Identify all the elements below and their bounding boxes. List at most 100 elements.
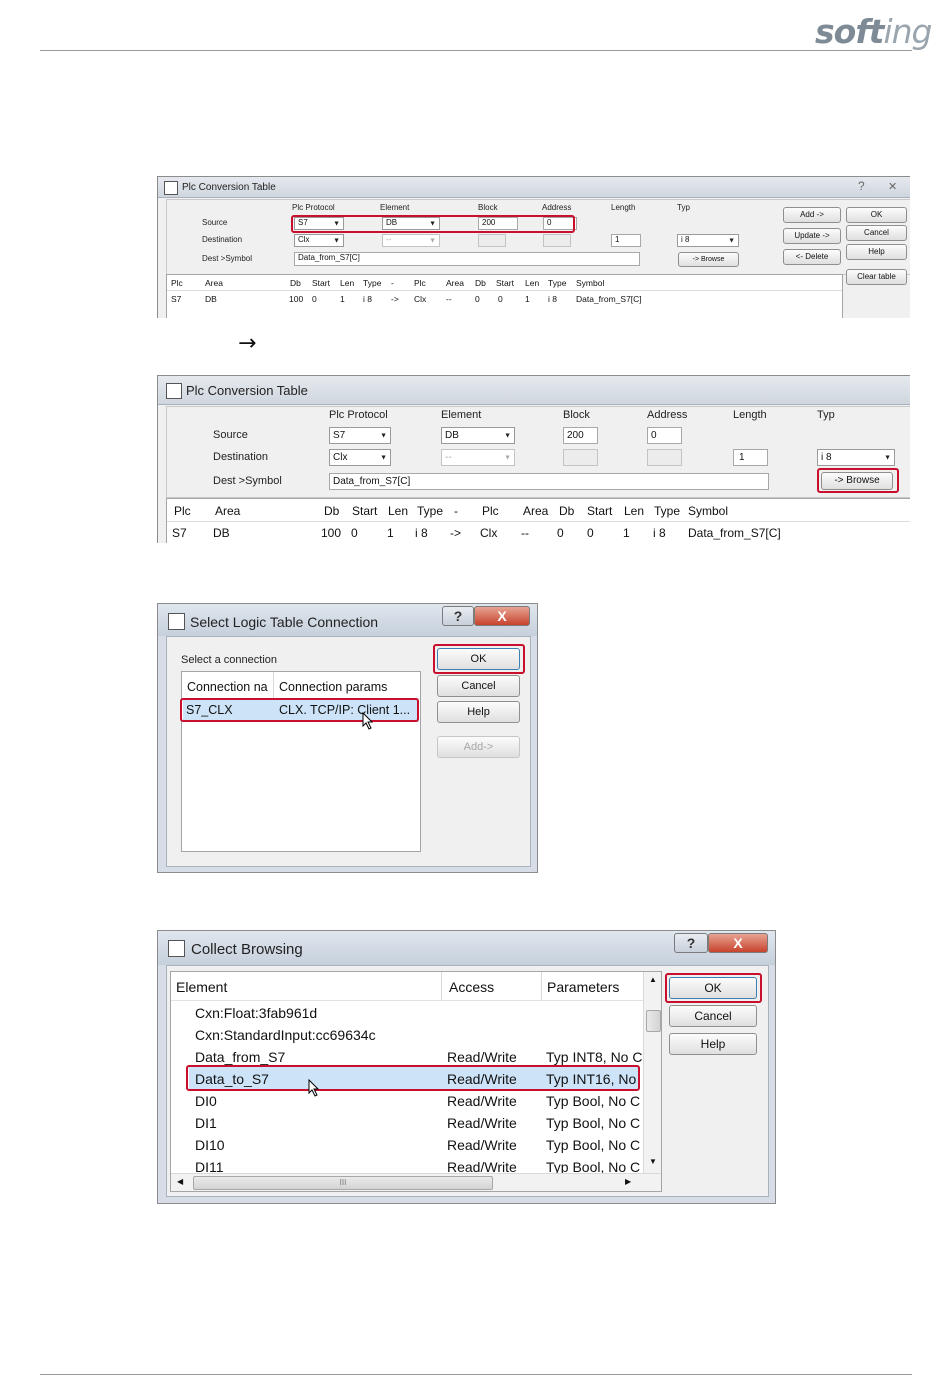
list-item[interactable]: Cxn:Float:3fab961d <box>171 1002 643 1024</box>
scroll-right-icon[interactable]: ▶ <box>625 1177 631 1186</box>
cancel-button[interactable]: Cancel <box>437 675 520 697</box>
help-button[interactable]: Help <box>669 1033 757 1055</box>
header-cell: Db <box>475 278 486 288</box>
col-element: Element <box>441 409 482 421</box>
dest-symbol-input[interactable]: Data_from_S7[C] <box>329 473 769 490</box>
list-item[interactable]: DI10 Read/Write Typ Bool, No C <box>171 1134 643 1156</box>
browse-button[interactable]: -> Browse <box>678 252 739 267</box>
dest-symbol-input[interactable]: Data_from_S7[C] <box>294 252 640 266</box>
header-cell: Symbol <box>576 278 605 288</box>
label-source: Source <box>213 429 248 441</box>
source-address-input[interactable]: 0 <box>647 427 682 444</box>
label-destination: Destination <box>202 235 243 244</box>
header-cell: Len <box>525 278 540 288</box>
col-connection-name[interactable]: Connection na <box>187 680 271 694</box>
dest-address-input[interactable] <box>543 234 571 247</box>
cancel-button[interactable]: Cancel <box>669 1005 757 1027</box>
clear-table-button[interactable]: Clear table <box>846 269 907 285</box>
element-cell: Cxn:Float:3fab961d <box>195 1005 318 1021</box>
row-cell: -> <box>450 526 462 540</box>
close-icon[interactable]: X <box>474 606 530 626</box>
list-item[interactable]: DI1 Read/Write Typ Bool, No C <box>171 1112 643 1134</box>
table-row[interactable]: S7 DB 100 0 1 i 8 -> Clx -- 0 0 1 i 8 Da… <box>167 291 842 306</box>
browse-highlight-box <box>817 468 899 493</box>
chevron-down-icon: ▼ <box>333 237 340 244</box>
col-length: Length <box>733 409 767 421</box>
horizontal-scroll-thumb[interactable]: III <box>193 1176 493 1190</box>
ok-button[interactable]: OK <box>846 207 907 223</box>
dest-element-select[interactable]: -- ▼ <box>382 234 440 247</box>
conversion-table: Plc Area Db Start Len Type - Plc Area Db… <box>166 498 910 543</box>
title-bar: Plc Conversion Table <box>158 376 910 405</box>
header-cell: Len <box>388 504 409 518</box>
element-cell: DI0 <box>195 1093 217 1109</box>
scroll-left-icon[interactable]: ◀ <box>177 1177 183 1186</box>
header-cell: Type <box>548 278 567 288</box>
help-button[interactable]: Help <box>846 244 907 260</box>
delete-button[interactable]: <- Delete <box>783 249 841 265</box>
dest-element-select[interactable]: -- ▼ <box>441 449 515 466</box>
vertical-scrollbar[interactable]: ▲ ▼ <box>643 972 661 1173</box>
chevron-down-icon: ▼ <box>429 237 436 244</box>
app-icon <box>166 383 182 399</box>
dest-address-input[interactable] <box>647 449 682 466</box>
close-icon[interactable]: X <box>708 933 768 953</box>
dest-block-input[interactable] <box>563 449 598 466</box>
column-separator <box>441 972 442 1000</box>
source-element-select[interactable]: DB ▼ <box>441 427 515 444</box>
col-access[interactable]: Access <box>449 979 494 995</box>
title-bar: Plc Conversion Table ? ✕ <box>158 177 910 198</box>
list-item[interactable]: DI11 Read/Write Typ Bool, No C <box>171 1156 643 1174</box>
source-protocol-select[interactable]: S7 ▼ <box>329 427 391 444</box>
col-connection-params[interactable]: Connection params <box>279 680 387 694</box>
help-button[interactable]: Help <box>437 701 520 723</box>
list-item[interactable]: Cxn:StandardInput:cc69634c <box>171 1024 643 1046</box>
chevron-down-icon: ▼ <box>728 237 735 244</box>
col-parameters[interactable]: Parameters <box>547 979 619 995</box>
dest-protocol-select[interactable]: Clx ▼ <box>294 234 344 247</box>
ok-highlight-box <box>665 973 762 1003</box>
scroll-up-icon[interactable]: ▲ <box>649 975 657 984</box>
header-cell: Area <box>215 504 241 518</box>
row-cell: Data_from_S7[C] <box>576 294 642 304</box>
update-button[interactable]: Update -> <box>783 228 841 244</box>
list-item[interactable]: DI0 Read/Write Typ Bool, No C <box>171 1090 643 1112</box>
window-title: Plc Conversion Table <box>186 383 308 398</box>
chevron-down-icon: ▼ <box>504 432 511 439</box>
add-button[interactable]: Add -> <box>783 207 841 223</box>
col-element[interactable]: Element <box>176 979 227 995</box>
dest-length-input[interactable]: 1 <box>611 234 641 247</box>
label-source: Source <box>202 218 228 227</box>
row-cell: i 8 <box>548 294 557 304</box>
window-title: Collect Browsing <box>191 941 303 958</box>
dest-element-value: -- <box>386 235 392 244</box>
logo-main-text: soft <box>815 12 884 51</box>
dest-typ-select[interactable]: i 8 ▼ <box>677 234 739 247</box>
header-cell: Plc <box>414 278 426 288</box>
source-block-input[interactable]: 200 <box>563 427 598 444</box>
scroll-down-icon[interactable]: ▼ <box>649 1157 657 1166</box>
row-cell: 0 <box>557 526 564 540</box>
row-cell: 0 <box>587 526 594 540</box>
horizontal-scrollbar[interactable]: ◀ III ▶ <box>171 1173 661 1191</box>
header-cell: Type <box>363 278 382 288</box>
mouse-cursor-icon <box>308 1078 320 1102</box>
table-row[interactable]: S7 DB 100 0 1 i 8 -> Clx -- 0 0 1 i 8 Da… <box>167 522 910 543</box>
row-cell: -- <box>446 294 452 304</box>
chevron-down-icon: ▼ <box>380 432 387 439</box>
row-cell: i 8 <box>415 526 428 540</box>
help-titlebar-icon[interactable]: ? <box>858 179 865 193</box>
chevron-down-icon: ▼ <box>504 454 511 461</box>
column-separator <box>273 672 274 698</box>
cancel-button[interactable]: Cancel <box>846 225 907 241</box>
add-button[interactable]: Add-> <box>437 736 520 758</box>
dest-length-input[interactable]: 1 <box>733 449 768 466</box>
help-titlebar-icon[interactable]: ? <box>442 606 474 626</box>
vertical-scroll-thumb[interactable] <box>646 1010 661 1032</box>
dest-typ-select[interactable]: i 8 ▼ <box>817 449 895 466</box>
dest-block-input[interactable] <box>478 234 506 247</box>
close-icon[interactable]: ✕ <box>888 180 897 193</box>
dest-protocol-select[interactable]: Clx ▼ <box>329 449 391 466</box>
row-cell: -- <box>521 526 529 540</box>
help-titlebar-icon[interactable]: ? <box>674 933 708 953</box>
